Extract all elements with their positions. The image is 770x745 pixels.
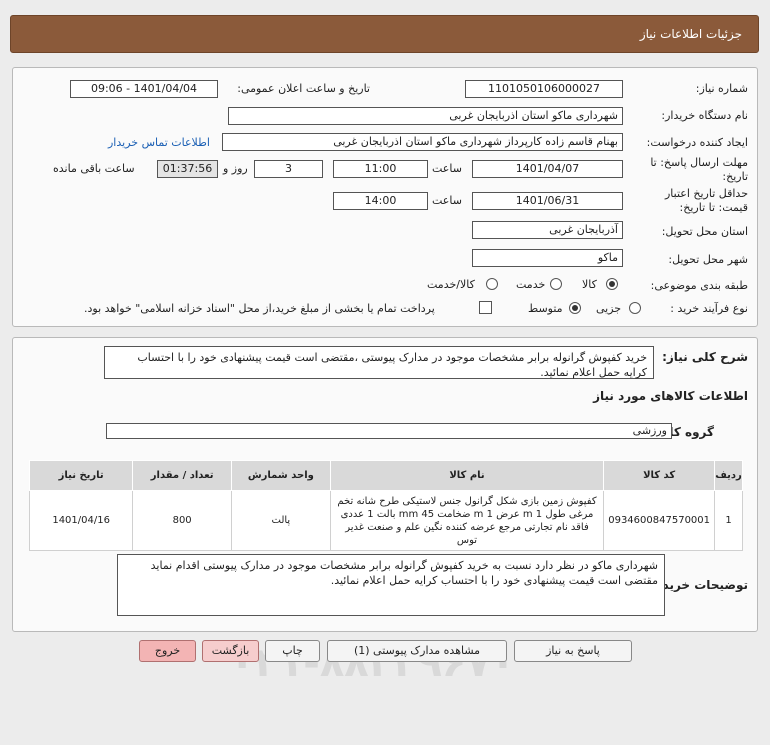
validity-time-field: 14:00 — [333, 192, 428, 210]
goods-table: ردیف کد کالا نام کالا واحد شمارش تعداد /… — [28, 460, 743, 551]
page-title: جزئیات اطلاعات نیاز — [639, 27, 742, 41]
remaining-time-field: 01:37:56 — [157, 160, 218, 178]
description-field: خرید کفپوش گرانوله برابر مشخصات موجود در… — [104, 346, 654, 379]
cell-name: کفپوش زمین بازی شکل گرانول جنس لاستیکی ط… — [329, 490, 605, 551]
need-number-label: شماره نیاز: — [695, 82, 748, 95]
col-name: نام کالا — [329, 460, 605, 491]
reply-button[interactable]: پاسخ به نیاز — [514, 640, 632, 662]
process-medium-label: متوسط — [528, 302, 563, 315]
province-field: آذربایجان غربی — [472, 221, 623, 239]
exit-button[interactable]: خروج — [139, 640, 196, 662]
process-medium-radio[interactable] — [569, 302, 581, 314]
deadline-label: مهلت ارسال پاسخ: تا — [650, 156, 748, 169]
need-number-field: 1101050106000027 — [465, 80, 623, 98]
validity-date-field: 1401/06/31 — [472, 192, 623, 210]
cell-date: 1401/04/16 — [28, 490, 134, 551]
process-minor-radio[interactable] — [629, 302, 641, 314]
deadline-time-field: 11:00 — [333, 160, 428, 178]
creator-label: ایجاد کننده درخواست: — [646, 136, 748, 149]
col-row: ردیف — [714, 460, 743, 491]
buyer-org-label: نام دستگاه خریدار: — [661, 109, 748, 122]
days-label: روز و — [223, 162, 248, 175]
creator-field: بهنام قاسم زاده کارپرداز شهرداری ماکو اس… — [222, 133, 623, 151]
category-label: طبقه بندی موضوعی: — [650, 279, 748, 292]
province-label: استان محل تحویل: — [661, 225, 748, 238]
category-service-label: خدمت — [516, 278, 546, 291]
days-remaining-field: 3 — [254, 160, 323, 178]
buyer-contact-link[interactable]: اطلاعات تماس خریدار — [108, 136, 210, 149]
announce-label: تاریخ و ساعت اعلان عمومی: — [237, 82, 370, 95]
goods-section-title: اطلاعات کالاهای مورد نیاز — [593, 389, 748, 403]
category-goods-radio[interactable] — [606, 278, 618, 290]
table-row: 1 0934600847570001 کفپوش زمین بازی شکل گ… — [28, 490, 743, 551]
cell-code: 0934600847570001 — [603, 490, 716, 551]
cell-unit: پالت — [230, 490, 331, 551]
deadline-time-label: ساعت — [432, 162, 462, 175]
category-goods-service-label: کالا/خدمت — [427, 278, 475, 291]
deadline-date-field: 1401/04/07 — [472, 160, 623, 178]
category-goods-service-radio[interactable] — [486, 278, 498, 290]
buyer-notes-field: شهرداری ماکو در نظر دارد نسبت به خرید کف… — [117, 554, 665, 616]
remaining-label: ساعت باقی مانده — [53, 162, 135, 175]
col-qty: تعداد / مقدار — [132, 460, 232, 491]
cell-qty: 800 — [132, 490, 232, 551]
goods-table-header: ردیف کد کالا نام کالا واحد شمارش تعداد /… — [28, 460, 743, 491]
category-service-radio[interactable] — [550, 278, 562, 290]
goods-group-field: ورزشی — [106, 423, 672, 439]
col-code: کد کالا — [603, 460, 716, 491]
view-attachments-button[interactable]: مشاهده مدارک پیوستی (1) — [327, 640, 507, 662]
process-minor-label: جزیی — [596, 302, 622, 315]
city-label: شهر محل تحویل: — [668, 253, 748, 266]
city-field: ماکو — [472, 249, 623, 267]
deadline-label-date: تاریخ: — [722, 170, 748, 183]
treasury-checkbox[interactable] — [479, 301, 492, 314]
cell-row: 1 — [714, 490, 743, 551]
buyer-org-field: شهرداری ماکو استان اذربایجان غربی — [228, 107, 623, 125]
validity-label: حداقل تاریخ اعتبار — [664, 187, 748, 200]
back-button[interactable]: بازگشت — [202, 640, 259, 662]
print-button[interactable]: چاپ — [265, 640, 320, 662]
treasury-note: پرداخت تمام یا بخشی از مبلغ خرید،از محل … — [84, 302, 435, 315]
validity-time-label: ساعت — [432, 194, 462, 207]
announce-field: 1401/04/04 - 09:06 — [70, 80, 218, 98]
page-header: جزئیات اطلاعات نیاز — [10, 15, 759, 53]
process-label: نوع فرآیند خرید : — [670, 302, 748, 315]
description-label: شرح کلی نیاز: — [662, 350, 748, 364]
category-goods-label: کالا — [582, 278, 597, 291]
col-unit: واحد شمارش — [230, 460, 331, 491]
col-date: تاریخ نیاز — [28, 460, 134, 491]
validity-label-2: قیمت: تا تاریخ: — [679, 201, 748, 214]
